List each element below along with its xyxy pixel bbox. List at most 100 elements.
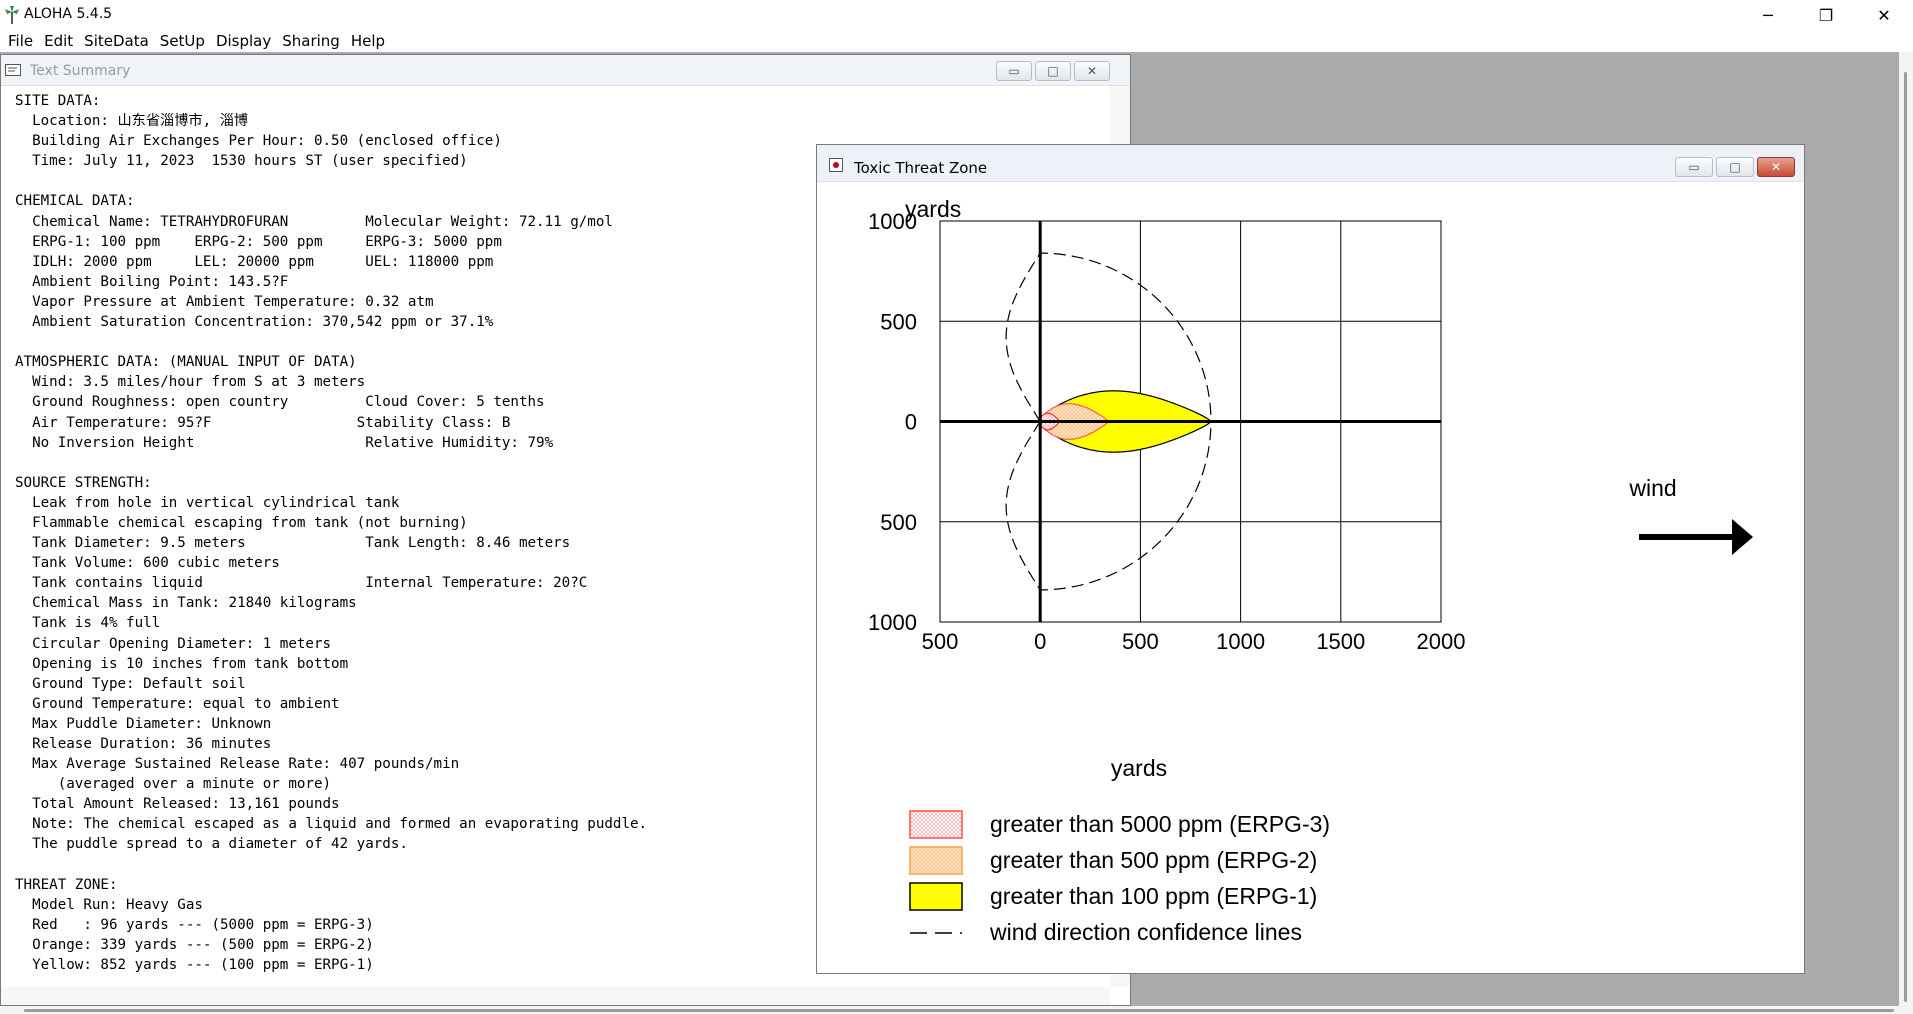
summary-line: Vapor Pressure at Ambient Temperature: 0… <box>32 293 434 310</box>
x-axis-title: yards <box>1111 755 1167 781</box>
text-summary-title-bar[interactable]: Text Summary ▭ □ ✕ <box>1 55 1130 86</box>
summary-line: CHEMICAL DATA: <box>15 193 135 210</box>
summary-line: THREAT ZONE: <box>15 876 118 893</box>
toxic-threat-zone-window[interactable]: Toxic Threat Zone ▭ □ ✕ 500 0 500 1000 1… <box>816 144 1805 974</box>
threat-zone-icon <box>829 158 843 172</box>
menu-file[interactable]: File <box>4 30 40 52</box>
minimize-button[interactable]: ─ <box>1739 0 1797 30</box>
summary-line: Tank Volume: 600 cubic meters <box>32 555 280 572</box>
text-summary-content: SITE DATA: Location: 山东省淄博市, 淄博 Building… <box>15 91 647 975</box>
legend-swatch-erpg2 <box>909 846 963 875</box>
summary-line: Release Duration: 36 minutes <box>32 736 272 752</box>
summary-line: Flammable chemical escaping from tank (n… <box>32 514 468 531</box>
summary-line: Time: July 11, 2023 1530 hours ST (user … <box>32 153 468 170</box>
app-title: ALOHA 5.4.5 <box>24 6 113 22</box>
minimize-icon: ▭ <box>1008 64 1020 78</box>
summary-line: Ambient Boiling Point: 143.5?F <box>32 273 289 290</box>
summary-line: No Inversion Height Relative Humidity: 7… <box>32 434 554 451</box>
summary-line: Circular Opening Diameter: 1 meters <box>32 635 332 652</box>
close-icon: ✕ <box>1086 64 1098 78</box>
y-tick-label: 500 <box>880 510 917 535</box>
summary-line: Tank is 4% full <box>32 615 161 632</box>
y-tick-label: 500 <box>880 309 917 334</box>
text-summary-minimize-button[interactable]: ▭ <box>996 61 1032 81</box>
legend: greater than 5000 ppm (ERPG-3) greater t… <box>909 810 1330 945</box>
x-tick-label: 2000 <box>1417 629 1466 654</box>
summary-line: SITE DATA: <box>15 93 101 109</box>
threat-zone-minimize-button[interactable]: ▭ <box>1675 157 1713 177</box>
summary-line: Red : 96 yards --- (5000 ppm = ERPG-3) <box>32 916 374 933</box>
app-title-bar: ALOHA 5.4.5 ─ ❐ ✕ <box>0 0 1913 30</box>
menu-display[interactable]: Display <box>212 30 278 52</box>
minimize-icon: ▭ <box>1688 160 1700 174</box>
summary-line: Ambient Saturation Concentration: 370,54… <box>32 314 494 331</box>
summary-line: Ground Roughness: open country Cloud Cov… <box>32 394 545 411</box>
legend-label-erpg1: greater than 100 ppm (ERPG-1) <box>990 883 1317 909</box>
wind-arrow-icon <box>1639 519 1753 555</box>
x-tick-label: 500 <box>922 629 959 654</box>
close-button[interactable]: ✕ <box>1855 0 1913 30</box>
maximize-icon: □ <box>1729 160 1741 174</box>
legend-swatch-erpg1 <box>909 882 963 911</box>
main-horizontal-scrollbar[interactable] <box>0 1006 1899 1014</box>
summary-line: ATMOSPHERIC DATA: (MANUAL INPUT OF DATA) <box>15 354 357 371</box>
summary-line: Yellow: 852 yards --- (100 ppm = ERPG-1) <box>32 957 374 974</box>
wind-label: wind <box>1628 475 1676 501</box>
summary-line: Wind: 3.5 miles/hour from S at 3 meters <box>32 374 366 391</box>
x-tick-label: 1500 <box>1316 629 1365 654</box>
menu-edit[interactable]: Edit <box>40 30 80 52</box>
summary-line: Orange: 339 yards --- (500 ppm = ERPG-2) <box>32 936 374 953</box>
threat-zone-maximize-button[interactable]: □ <box>1716 157 1754 177</box>
threat-zone-close-button[interactable]: ✕ <box>1757 157 1795 177</box>
menu-help[interactable]: Help <box>347 30 392 52</box>
restore-button[interactable]: ❐ <box>1797 0 1855 30</box>
maximize-icon: □ <box>1047 64 1059 78</box>
summary-line: Max Puddle Diameter: Unknown <box>32 715 272 732</box>
summary-line: The puddle spread to a diameter of 42 ya… <box>32 836 408 853</box>
summary-line: Model Run: Heavy Gas <box>32 896 203 913</box>
legend-label-erpg3: greater than 5000 ppm (ERPG-3) <box>990 811 1330 837</box>
x-tick-label: 500 <box>1122 629 1159 654</box>
summary-line: Building Air Exchanges Per Hour: 0.50 (e… <box>32 133 502 150</box>
threat-zone-title-bar[interactable]: Toxic Threat Zone ▭ □ ✕ <box>817 145 1804 182</box>
aloha-palm-icon <box>5 6 19 24</box>
main-vertical-scrollbar[interactable] <box>1899 52 1913 1014</box>
menu-sharing[interactable]: Sharing <box>278 30 347 52</box>
summary-line: Total Amount Released: 13,161 pounds <box>32 796 340 813</box>
threat-zone-title: Toxic Threat Zone <box>854 159 988 177</box>
threat-zone-chart: 500 0 500 1000 1500 2000100050005001000 yards… <box>868 196 1753 945</box>
summary-line: Note: The chemical escaped as a liquid a… <box>32 816 648 833</box>
scroll-thumb[interactable] <box>24 1009 1894 1012</box>
summary-line: Leak from hole in vertical cylindrical t… <box>32 494 400 511</box>
text-summary-maximize-button[interactable]: □ <box>1035 61 1071 81</box>
summary-line: Tank contains liquid Internal Temperatur… <box>32 575 588 592</box>
y-tick-label: 1000 <box>868 610 917 635</box>
summary-line: Location: 山东省淄博市, 淄博 <box>32 113 249 130</box>
threat-zone-plot-area: 500 0 500 1000 1500 2000 1000 500 0 500 1000 yards… <box>827 185 1794 965</box>
summary-line: IDLH: 2000 ppm LEL: 20000 ppm UEL: 11800… <box>32 253 494 270</box>
summary-line: Ground Type: Default soil <box>32 675 246 692</box>
menu-sitedata[interactable]: SiteData <box>80 30 156 52</box>
summary-line: Chemical Mass in Tank: 21840 kilograms <box>32 595 357 612</box>
summary-line: Max Average Sustained Release Rate: 407 … <box>32 756 460 773</box>
document-icon <box>5 64 21 76</box>
y-tick-label: 0 <box>905 410 917 435</box>
text-summary-title: Text Summary <box>30 63 131 79</box>
legend-swatch-erpg3 <box>909 810 963 839</box>
summary-line: Chemical Name: TETRAHYDROFURAN Molecular… <box>32 213 613 230</box>
menu-setup[interactable]: SetUp <box>156 30 212 52</box>
x-tick-label: 1000 <box>1216 629 1265 654</box>
x-tick-label: 0 <box>1034 629 1046 654</box>
close-icon: ✕ <box>1770 160 1782 174</box>
summary-line: Ground Temperature: equal to ambient <box>32 695 340 712</box>
legend-label-erpg2: greater than 500 ppm (ERPG-2) <box>990 847 1317 873</box>
scroll-thumb[interactable] <box>1904 72 1907 1002</box>
summary-line: Opening is 10 inches from tank bottom <box>32 655 349 672</box>
summary-line: SOURCE STRENGTH: <box>15 474 152 491</box>
summary-line: ERPG-1: 100 ppm ERPG-2: 500 ppm ERPG-3: … <box>32 233 502 250</box>
text-summary-close-button[interactable]: ✕ <box>1074 61 1110 81</box>
summary-line: Tank Diameter: 9.5 meters Tank Length: 8… <box>32 535 571 552</box>
summary-line: Air Temperature: 95?F Stability Class: B <box>32 414 511 431</box>
legend-label-confidence-lines: wind direction confidence lines <box>989 919 1302 945</box>
text-summary-horizontal-scrollbar[interactable] <box>1 987 1110 1005</box>
